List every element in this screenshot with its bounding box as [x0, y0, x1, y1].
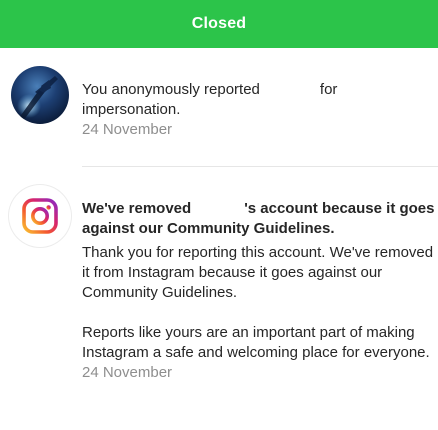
notification-text-line-1: You anonymously reported for	[82, 80, 434, 100]
notification-text-line-2: impersonation.	[82, 101, 181, 118]
instagram-logo-icon	[22, 198, 58, 234]
notification-report-submitted[interactable]: You anonymously reported for impersonatio…	[0, 60, 438, 165]
report-status-bar: Closed	[0, 0, 438, 48]
user-avatar[interactable]	[11, 66, 69, 124]
instagram-badge	[9, 185, 71, 247]
notification-paragraph-1: Thank you for reporting this account. We…	[82, 244, 434, 301]
report-text-before: You anonymously reported	[82, 81, 260, 98]
report-text-after: for	[319, 81, 338, 98]
notification-paragraph-2: Reports like yours are an important part…	[82, 324, 430, 361]
status-label: Closed	[191, 15, 247, 32]
notification-content: You anonymously reported for impersonatio…	[82, 80, 434, 140]
notification-title-line-1: We've removed 's account because it goes	[82, 199, 435, 219]
notification-date: 24 November	[82, 364, 173, 381]
title-text-after: 's account because it goes	[244, 200, 435, 217]
notification-account-removed[interactable]: We've removed's account because it goes …	[0, 180, 438, 430]
notification-content: We've removed's account because it goes …	[82, 199, 435, 383]
notification-title-line-2: against our Community Guidelines.	[82, 220, 335, 237]
title-text-before: We've removed	[82, 200, 192, 217]
notification-date: 24 November	[82, 121, 173, 138]
divider	[82, 166, 438, 167]
